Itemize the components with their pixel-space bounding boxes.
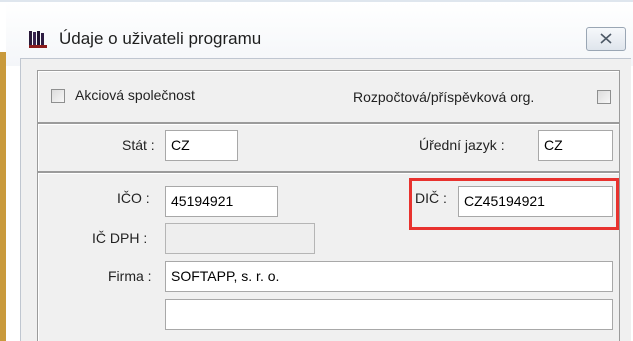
firma-line2-field[interactable] <box>165 299 613 330</box>
dic-highlight-frame <box>409 178 619 230</box>
user-info-dialog: Údaje o uživateli programu Akciová spole… <box>0 0 633 341</box>
parent-window-edge <box>0 52 6 341</box>
close-button[interactable] <box>586 27 626 51</box>
ico-label: IČO : <box>117 190 150 206</box>
books-icon <box>29 31 47 48</box>
firma-label: Firma : <box>108 268 152 284</box>
company-type-group: Akciová společnost Rozpočtová/příspěvkov… <box>37 70 620 123</box>
ic-dph-field <box>165 223 315 254</box>
ico-field[interactable]: 45194921 <box>165 186 278 217</box>
stat-label: Stát : <box>122 137 155 153</box>
ic-dph-label: IČ DPH : <box>92 230 148 246</box>
uredni-jazyk-field[interactable]: CZ <box>538 130 613 161</box>
close-icon <box>600 31 612 47</box>
locale-group: Stát : CZ Úřední jazyk : CZ <box>37 123 620 172</box>
dialog-body: Akciová společnost Rozpočtová/příspěvkov… <box>20 58 631 341</box>
firma-field[interactable]: SOFTAPP, s. r. o. <box>165 261 613 292</box>
window-title: Údaje o uživateli programu <box>59 29 262 48</box>
uredni-jazyk-label: Úřední jazyk : <box>419 137 505 153</box>
rozpoctova-org-label[interactable]: Rozpočtová/příspěvková org. <box>353 89 534 105</box>
title-bar[interactable]: Údaje o uživateli programu <box>6 2 633 66</box>
akciova-spolecnost-label[interactable]: Akciová společnost <box>75 87 195 103</box>
akciova-spolecnost-checkbox[interactable] <box>51 89 65 103</box>
stat-field[interactable]: CZ <box>165 130 238 161</box>
rozpoctova-org-checkbox[interactable] <box>597 90 611 104</box>
